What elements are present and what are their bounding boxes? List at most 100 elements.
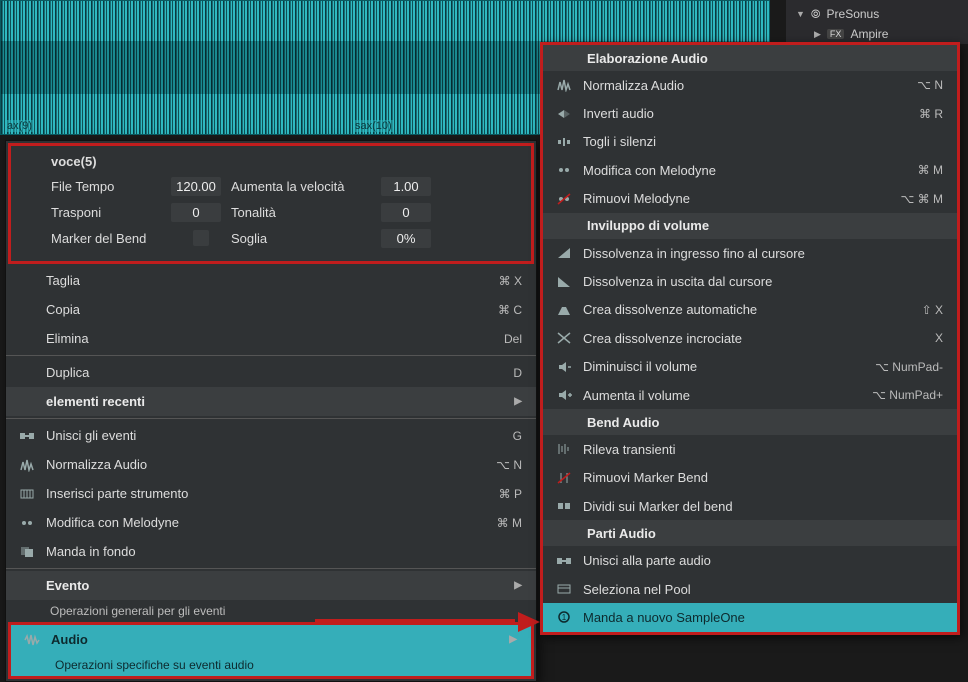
info-label: Trasponi	[51, 205, 171, 220]
blank-icon	[18, 578, 36, 594]
volume-down-icon	[555, 359, 573, 375]
tree-item-ampire[interactable]: ▶ FX Ampire	[786, 24, 968, 44]
info-label: Aumenta la velocità	[231, 179, 381, 194]
shortcut: G	[513, 429, 522, 443]
submenu-split-bend[interactable]: Dividi sui Marker del bend	[543, 492, 957, 520]
shortcut: ⌘ M	[497, 516, 522, 530]
submenu-remove-bend[interactable]: Rimuovi Marker Bend	[543, 464, 957, 492]
submenu-reverse[interactable]: Inverti audio ⌘ R	[543, 99, 957, 127]
menu-event-section[interactable]: Evento ▶	[6, 571, 536, 600]
menu-label: Normalizza Audio	[46, 457, 486, 472]
menu-label: Seleziona nel Pool	[583, 582, 943, 597]
submenu-volume-up[interactable]: Aumenta il volume ⌥ NumPad+	[543, 381, 957, 409]
submenu-crossfade[interactable]: Crea dissolvenze incrociate X	[543, 324, 957, 352]
transient-icon	[555, 441, 573, 457]
chevron-right-icon: ▶	[509, 634, 517, 645]
menu-label: Modifica con Melodyne	[46, 515, 487, 530]
submenu-merge-part[interactable]: Unisci alla parte audio	[543, 546, 957, 574]
clip-label: sax(10)	[353, 120, 394, 132]
menu-audio-section[interactable]: Audio ▶	[11, 625, 531, 654]
bend-marker-checkbox[interactable]	[193, 230, 209, 246]
file-tempo-value[interactable]: 120.00	[171, 177, 221, 196]
shortcut: X	[935, 331, 943, 345]
blank-icon	[18, 273, 36, 289]
melodyne-icon	[555, 162, 573, 178]
menu-label: Taglia	[46, 273, 489, 288]
bend-remove-icon	[555, 470, 573, 486]
shortcut: ⌘ M	[918, 163, 943, 177]
submenu-remove-melodyne[interactable]: Rimuovi Melodyne ⌥ ⌘ M	[543, 185, 957, 213]
submenu-fade-out[interactable]: Dissolvenza in uscita dal cursore	[543, 267, 957, 295]
submenu-section-inviluppo: Inviluppo di volume	[543, 213, 957, 239]
menu-insert-instrument[interactable]: Inserisci parte strumento ⌘ P	[6, 479, 536, 508]
menu-label: Aumenta il volume	[583, 388, 862, 403]
menu-label: Rimuovi Melodyne	[583, 191, 891, 206]
shortcut: D	[513, 366, 522, 380]
merge-icon	[555, 553, 573, 569]
blank-icon	[18, 365, 36, 381]
tree-label: PreSonus	[827, 7, 880, 21]
sampleone-icon: 1	[555, 609, 573, 625]
menu-recent-header[interactable]: elementi recenti ▶	[6, 387, 536, 416]
menu-label: Manda a nuovo SampleOne	[583, 610, 943, 625]
menu-label: Unisci gli eventi	[46, 428, 503, 443]
submenu-send-sampleone[interactable]: 1 Manda a nuovo SampleOne	[543, 603, 957, 631]
menu-label: Crea dissolvenze automatiche	[583, 302, 912, 317]
tree-item-presonus[interactable]: ▼ ⦾ PreSonus	[786, 4, 968, 24]
shortcut: ⌥ NumPad-	[875, 360, 943, 374]
shortcut: ⌘ P	[499, 487, 522, 501]
tree-label: Ampire	[850, 27, 888, 41]
info-label: File Tempo	[51, 179, 171, 194]
submenu-auto-fade[interactable]: Crea dissolvenze automatiche ⇧ X	[543, 296, 957, 324]
split-icon	[555, 498, 573, 514]
menu-label: Normalizza Audio	[583, 78, 907, 93]
normalize-icon	[18, 457, 36, 473]
submenu-normalize[interactable]: Normalizza Audio ⌥ N	[543, 71, 957, 99]
context-menu: voce(5) File Tempo 120.00 Aumenta la vel…	[5, 140, 537, 682]
submenu-melodyne[interactable]: Modifica con Melodyne ⌘ M	[543, 156, 957, 184]
submenu-fade-in[interactable]: Dissolvenza in ingresso fino al cursore	[543, 239, 957, 267]
menu-melodyne[interactable]: Modifica con Melodyne ⌘ M	[6, 508, 536, 537]
chevron-right-icon: ▶	[514, 396, 522, 407]
reverse-icon	[555, 106, 573, 122]
menu-duplicate[interactable]: Duplica D	[6, 358, 536, 387]
shortcut: ⌥ N	[917, 78, 943, 92]
melodyne-remove-icon	[555, 191, 573, 207]
crossfade-icon	[555, 330, 573, 346]
submenu-detect-transients[interactable]: Rileva transienti	[543, 435, 957, 463]
menu-label: Modifica con Melodyne	[583, 163, 908, 178]
threshold-value[interactable]: 0%	[381, 229, 431, 248]
menu-copy[interactable]: Copia ⌘ C	[6, 295, 536, 324]
speed-value[interactable]: 1.00	[381, 177, 431, 196]
info-label: Soglia	[231, 231, 381, 246]
menu-delete[interactable]: Elimina Del	[6, 324, 536, 353]
separator	[6, 568, 536, 569]
submenu-volume-down[interactable]: Diminuisci il volume ⌥ NumPad-	[543, 353, 957, 381]
shortcut: ⌘ R	[919, 107, 943, 121]
shortcut: Del	[504, 332, 522, 346]
menu-send-to-back[interactable]: Manda in fondo	[6, 537, 536, 566]
submenu-strip-silence[interactable]: Togli i silenzi	[543, 128, 957, 156]
shortcut: ⌥ NumPad+	[872, 388, 943, 402]
key-value[interactable]: 0	[381, 203, 431, 222]
menu-normalize[interactable]: Normalizza Audio ⌥ N	[6, 450, 536, 479]
shortcut: ⌥ N	[496, 458, 522, 472]
menu-audio-block: Audio ▶ Operazioni specifiche su eventi …	[8, 622, 534, 679]
submenu-select-pool[interactable]: Seleziona nel Pool	[543, 575, 957, 603]
info-row: File Tempo 120.00 Aumenta la velocità 1.…	[51, 173, 521, 199]
menu-label: Elimina	[46, 331, 494, 346]
shortcut: ⇧ X	[922, 303, 943, 317]
menu-merge-events[interactable]: Unisci gli eventi G	[6, 421, 536, 450]
menu-label: Crea dissolvenze incrociate	[583, 331, 925, 346]
normalize-icon	[555, 77, 573, 93]
pool-icon	[555, 581, 573, 597]
menu-event-subtitle: Operazioni generali per gli eventi	[6, 600, 536, 622]
menu-cut[interactable]: Taglia ⌘ X	[6, 266, 536, 295]
audio-wave-icon	[23, 632, 41, 648]
menu-label: Inverti audio	[583, 106, 909, 121]
merge-icon	[18, 428, 36, 444]
submenu-section-parti: Parti Audio	[543, 520, 957, 546]
transpose-value[interactable]: 0	[171, 203, 221, 222]
menu-audio-subtitle: Operazioni specifiche su eventi audio	[11, 654, 531, 676]
submenu-section-bend: Bend Audio	[543, 409, 957, 435]
